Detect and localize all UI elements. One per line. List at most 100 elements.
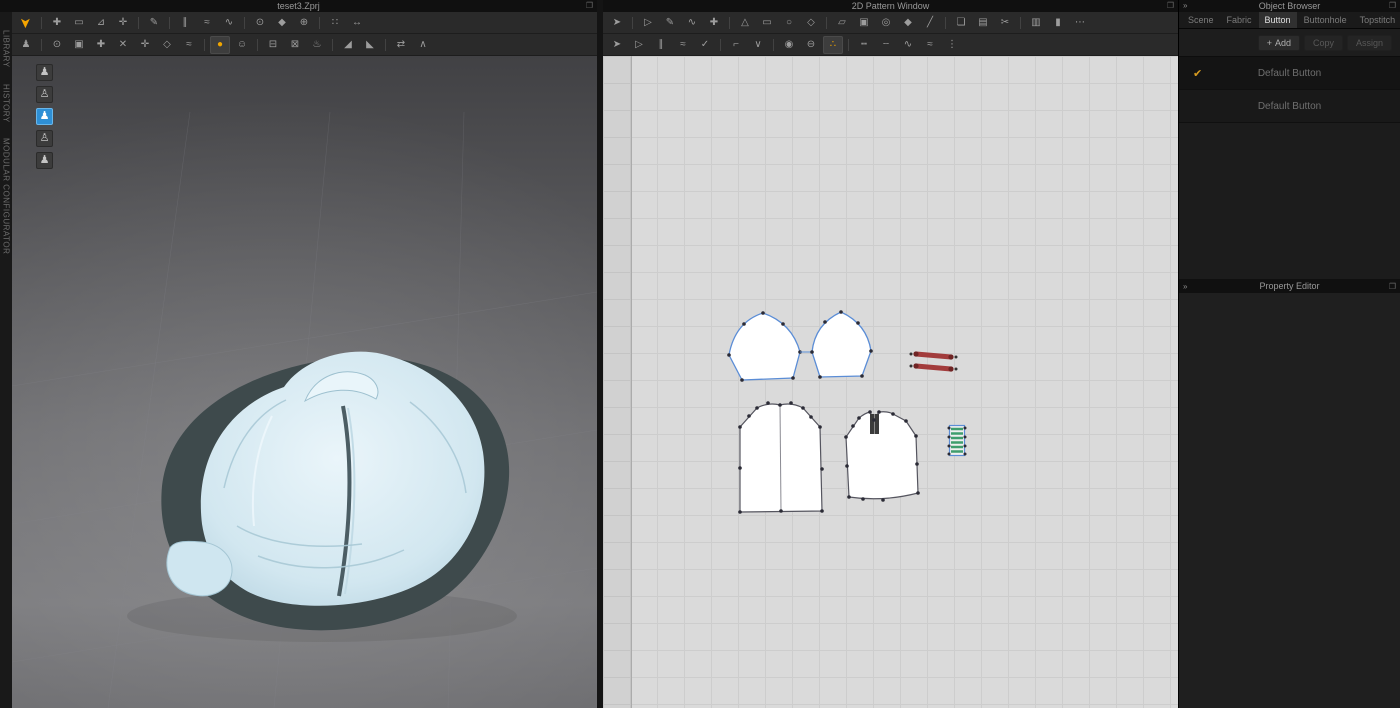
- 2d-pattern-canvas[interactable]: [603, 56, 1178, 708]
- segment-sewing-2d-icon[interactable]: ∥: [651, 36, 671, 54]
- simulate-icon[interactable]: ♟: [16, 36, 36, 54]
- back-bodice-pattern[interactable]: [844, 410, 920, 502]
- tab-button[interactable]: Button: [1259, 12, 1297, 28]
- collapse-panel-icon[interactable]: »: [1183, 282, 1187, 291]
- sleeve-pattern-left[interactable]: [727, 311, 802, 382]
- show-avatar-button[interactable]: ♟: [36, 64, 53, 81]
- button-item-2[interactable]: Default Button: [1179, 90, 1400, 123]
- free-sewing-icon[interactable]: ≈: [197, 14, 217, 32]
- symmetry-tool-icon[interactable]: ∧: [413, 36, 433, 54]
- grading-tool-icon[interactable]: ▥: [1026, 14, 1046, 32]
- show-arrangement-button[interactable]: ♙: [36, 130, 53, 147]
- notch-tool-icon[interactable]: ∨: [748, 36, 768, 54]
- rectangle-tool-icon[interactable]: ▭: [757, 14, 777, 32]
- steam-tool-icon[interactable]: ♨: [307, 36, 327, 54]
- dart-tool-icon[interactable]: ◇: [801, 14, 821, 32]
- button-item-1[interactable]: ✔ Default Button: [1179, 57, 1400, 90]
- pan-tool-icon[interactable]: ✛: [113, 14, 133, 32]
- grab-mesh-icon[interactable]: ◇: [157, 36, 177, 54]
- tab-scene[interactable]: Scene: [1182, 12, 1220, 28]
- trace-tool-icon[interactable]: ❏: [951, 14, 971, 32]
- transform-pattern-icon[interactable]: ➤: [607, 14, 627, 32]
- internal-dart-icon[interactable]: ◆: [898, 14, 918, 32]
- float-window-icon[interactable]: ❐: [586, 1, 593, 10]
- show-garment-fit-button[interactable]: ♙: [36, 86, 53, 103]
- texture-view-button[interactable]: ♟: [36, 108, 53, 125]
- fold-line-icon[interactable]: ⌐: [726, 36, 746, 54]
- annotation-tool-icon[interactable]: ⋯: [1070, 14, 1090, 32]
- detach-pin-icon[interactable]: ✕: [113, 36, 133, 54]
- internal-circle-icon[interactable]: ◎: [876, 14, 896, 32]
- arrangement-points-icon[interactable]: ∷: [325, 14, 345, 32]
- flatten-right-icon[interactable]: ◣: [360, 36, 380, 54]
- button-band-patterns[interactable]: [910, 351, 958, 371]
- flatten-left-icon[interactable]: ◢: [338, 36, 358, 54]
- garment-3d[interactable]: [161, 352, 509, 631]
- slider-tool-icon[interactable]: ⊟: [263, 36, 283, 54]
- free-sewing-2d-icon[interactable]: ≈: [673, 36, 693, 54]
- measure-avatar-icon[interactable]: ↔: [347, 14, 367, 32]
- edit-pattern-icon[interactable]: ▷: [638, 14, 658, 32]
- edit-topstitch-icon[interactable]: ∿: [898, 36, 918, 54]
- placket-pattern[interactable]: [948, 426, 967, 456]
- front-bodice-pattern[interactable]: [738, 401, 824, 514]
- float-window-icon[interactable]: ❐: [1389, 1, 1396, 10]
- float-window-icon[interactable]: ❐: [1389, 282, 1396, 291]
- zipper-tool-icon[interactable]: ⋮: [942, 36, 962, 54]
- scale-tool-icon[interactable]: ⊿: [91, 14, 111, 32]
- circle-tool-icon[interactable]: ○: [779, 14, 799, 32]
- select-pin-icon[interactable]: ⊙: [47, 36, 67, 54]
- tack-on-avatar-icon[interactable]: ⊕: [294, 14, 314, 32]
- strip-pattern-icon[interactable]: ▮: [1048, 14, 1068, 32]
- tab-buttonhole[interactable]: Buttonhole: [1298, 12, 1353, 28]
- segment-topstitch-icon[interactable]: ┅: [854, 36, 874, 54]
- assign-button[interactable]: Assign: [1347, 35, 1392, 51]
- shirring-tool-icon[interactable]: ≈: [920, 36, 940, 54]
- internal-rectangle-icon[interactable]: ▣: [854, 14, 874, 32]
- solidify-tool-icon[interactable]: ●: [210, 36, 230, 54]
- fasten-button-icon[interactable]: ∴: [823, 36, 843, 54]
- tab-fabric[interactable]: Fabric: [1221, 12, 1258, 28]
- history-tab[interactable]: HISTORY: [2, 84, 11, 123]
- sleeve-pattern-right[interactable]: [810, 310, 873, 379]
- fold-arrangement-icon[interactable]: ◆: [272, 14, 292, 32]
- 3d-viewport[interactable]: ♟ ♙ ♟ ♙ ♟: [12, 56, 597, 708]
- edit-sewing-icon[interactable]: ∿: [219, 14, 239, 32]
- lock-tool-icon[interactable]: ⊠: [285, 36, 305, 54]
- buttonhole-tool-icon[interactable]: ⊖: [801, 36, 821, 54]
- show-pose-button[interactable]: ♟: [36, 152, 53, 169]
- wind-tool-icon[interactable]: ≈: [179, 36, 199, 54]
- pen-tool-icon[interactable]: ✎: [144, 14, 164, 32]
- transform-gizmo-icon[interactable]: ✚: [47, 14, 67, 32]
- copy-button[interactable]: Copy: [1304, 35, 1343, 51]
- cut-and-sew-icon[interactable]: ✂: [995, 14, 1015, 32]
- modular-configurator-tab[interactable]: MODULAR CONFIGURATOR: [2, 138, 11, 254]
- pin-tool-icon[interactable]: ⊙: [250, 14, 270, 32]
- free-topstitch-icon[interactable]: ┄: [876, 36, 896, 54]
- edit-sewing-2d-icon[interactable]: ▷: [629, 36, 649, 54]
- pin-rectangle-icon[interactable]: ▣: [69, 36, 89, 54]
- property-editor-header[interactable]: » Property Editor ❐: [1179, 279, 1400, 293]
- avatar-emotion-icon[interactable]: ☺: [232, 36, 252, 54]
- drag-cloth-icon[interactable]: ✛: [135, 36, 155, 54]
- attach-pin-icon[interactable]: ✚: [91, 36, 111, 54]
- align-tool-icon[interactable]: ⇄: [391, 36, 411, 54]
- check-sewing-icon[interactable]: ✓: [695, 36, 715, 54]
- polygon-tool-icon[interactable]: △: [735, 14, 755, 32]
- internal-line-icon[interactable]: ╱: [920, 14, 940, 32]
- add-point-icon[interactable]: ✚: [704, 14, 724, 32]
- segment-sewing-icon[interactable]: ∥: [175, 14, 195, 32]
- button-tool-icon[interactable]: ◉: [779, 36, 799, 54]
- rectangle-select-icon[interactable]: ▭: [69, 14, 89, 32]
- edit-curvature-icon[interactable]: ∿: [682, 14, 702, 32]
- collapse-panel-icon[interactable]: »: [1183, 1, 1187, 10]
- select-move-tool-icon[interactable]: ➤: [16, 14, 36, 32]
- add-button[interactable]: +Add: [1258, 35, 1300, 51]
- float-window-icon[interactable]: ❐: [1167, 1, 1174, 10]
- internal-polygon-icon[interactable]: ▱: [832, 14, 852, 32]
- sewing-select-icon[interactable]: ➤: [607, 36, 627, 54]
- seam-allowance-icon[interactable]: ▤: [973, 14, 993, 32]
- library-tab[interactable]: LIBRARY: [2, 30, 11, 68]
- tab-topstitch[interactable]: Topstitch: [1354, 12, 1400, 28]
- edit-point-icon[interactable]: ✎: [660, 14, 680, 32]
